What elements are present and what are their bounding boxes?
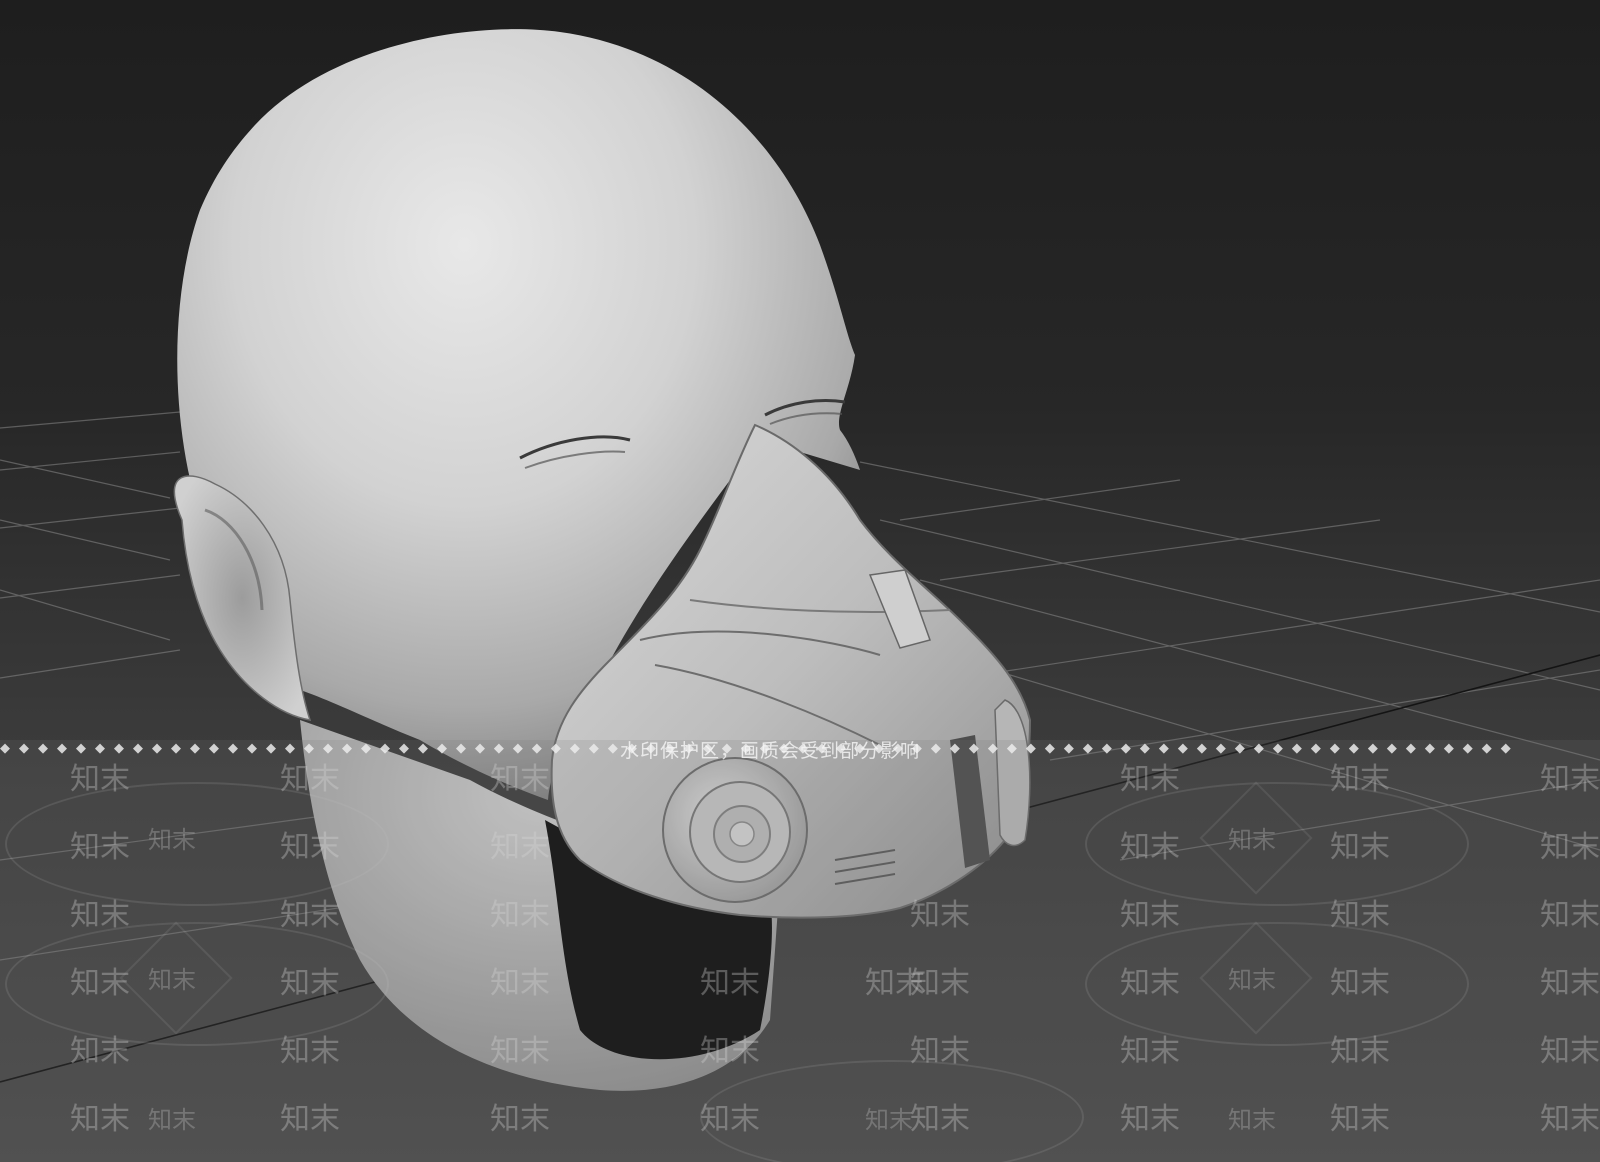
3d-viewport[interactable]: ◆◆◆◆◆◆◆◆◆◆◆◆◆◆◆◆◆◆◆◆◆◆◆◆◆◆◆◆◆◆◆◆◆◆◆◆◆◆◆◆… bbox=[0, 0, 1600, 1162]
mask-filter-cartridge bbox=[662, 757, 808, 903]
viewport-scene bbox=[0, 29, 1600, 1091]
